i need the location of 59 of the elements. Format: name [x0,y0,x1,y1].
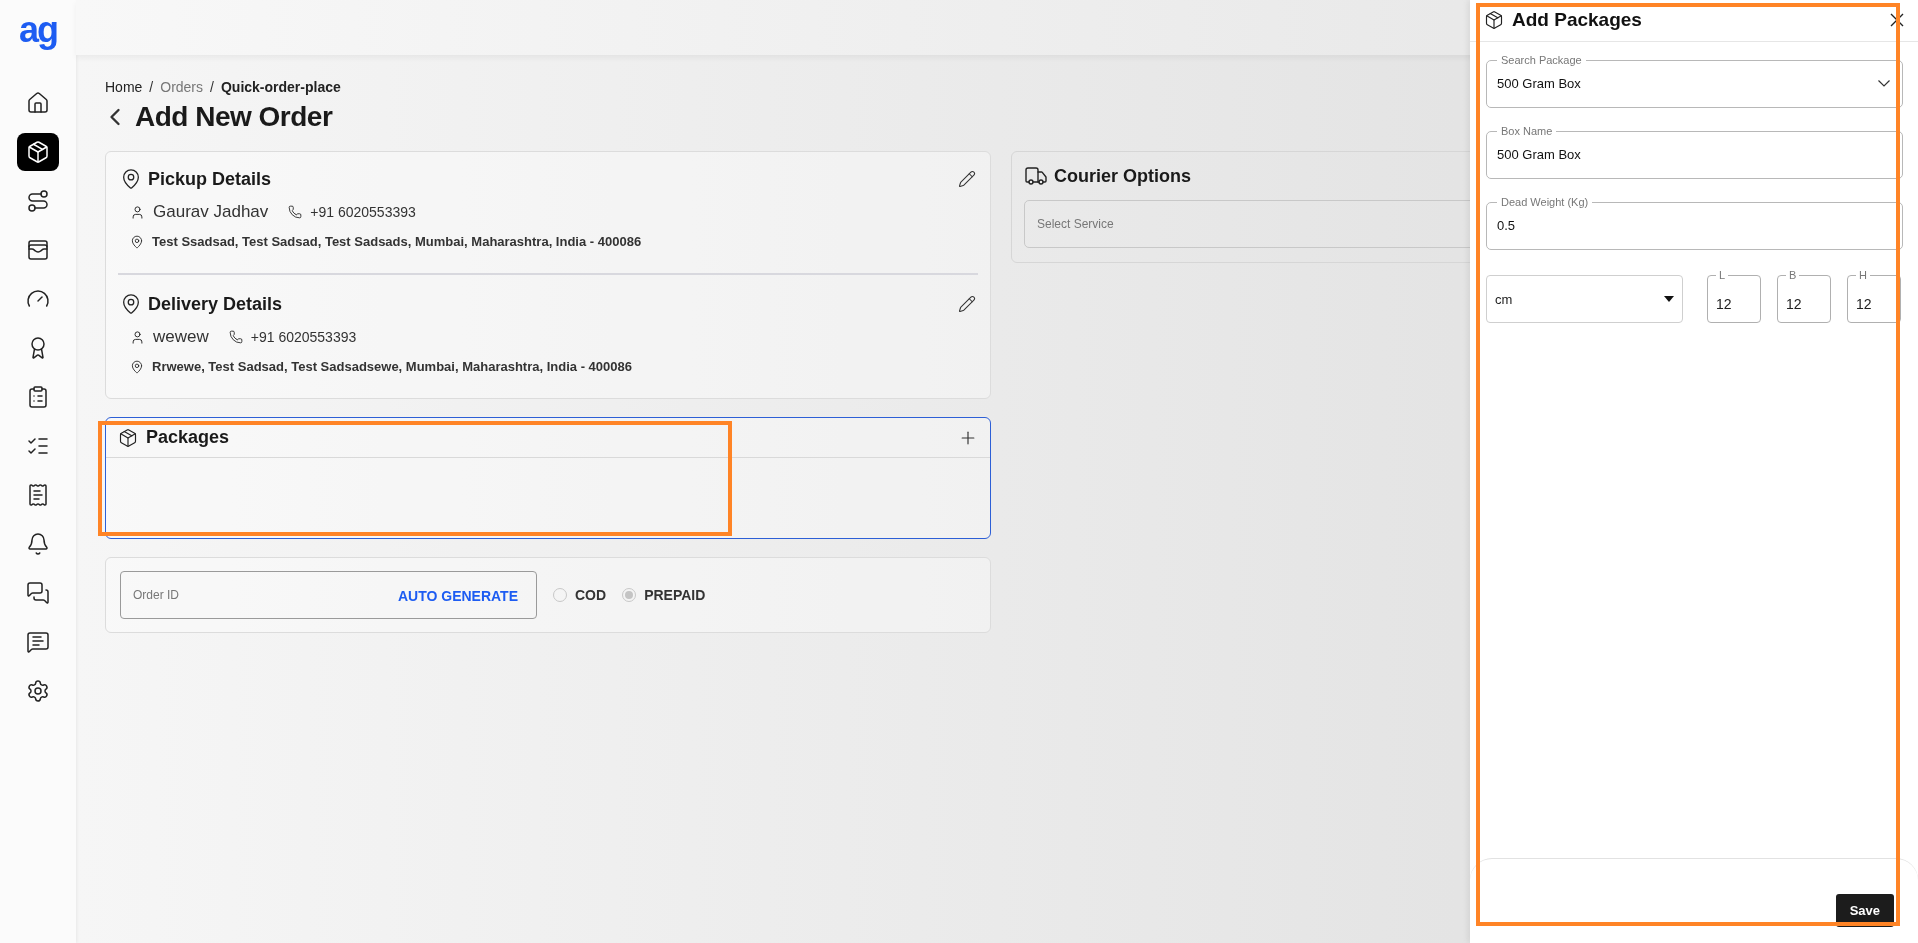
location-pin-icon [130,359,144,374]
pencil-icon [958,295,976,313]
user-icon [130,204,145,220]
pencil-icon [958,170,976,188]
wallet-icon [26,238,50,262]
auto-generate-button[interactable]: AUTO GENERATE [397,588,518,604]
payment-radio[interactable]: PREPAID [622,587,706,603]
edit-button[interactable] [958,295,976,313]
phone-icon [228,330,243,344]
clipboard-icon [26,385,50,409]
bell-icon [26,532,50,556]
section-title: Delivery Details [148,293,284,315]
section-title: Packages [146,427,231,448]
help-chat-icon [26,630,50,654]
order-id-field[interactable]: Order ID AUTO GENERATE [120,571,537,619]
settings-icon [26,679,50,703]
contact-name: Gaurav Jadhav [153,202,269,222]
breadcrumb-link[interactable]: Home [105,79,143,95]
location-pin-icon [120,168,142,190]
breadcrumb-link[interactable]: Quick-order-place [220,79,341,95]
box-icon [118,427,138,448]
payment-radio[interactable]: COD [553,587,607,603]
dimension-field[interactable]: L 12 [1707,269,1761,323]
truck-icon [1024,164,1048,188]
location-pin-icon [120,293,142,315]
address-text: Rrwewe, Test Sadsad, Test Sadsadsewe, Mumbai, Maharashtra, India - 400086 [152,359,632,374]
phone-number: +91 6020553393 [250,329,357,345]
breadcrumb-link[interactable]: Orders [160,79,204,95]
phone-number: +91 6020553393 [310,204,416,220]
logo: ag [19,12,57,48]
section-title: Pickup Details [148,168,273,190]
box-icon [1484,10,1504,30]
home-icon [26,91,50,115]
box-icon [26,140,50,164]
input-field[interactable]: Dead Weight (Kg) 0.5 [1486,196,1903,250]
chat-icon [26,581,50,605]
chevron-down-icon [1878,80,1890,87]
package-select[interactable]: Search Package 500 Gram Box [1486,54,1903,108]
receipt-icon [26,483,50,507]
drawer-title: Add Packages [1512,9,1643,31]
close-icon [1890,13,1904,27]
section-title: Courier Options [1054,165,1192,187]
caret-icon [1664,296,1674,302]
route-icon [26,189,50,213]
page-title: Add New Order [135,101,333,133]
phone-icon [288,205,303,219]
sidebar-item[interactable] [17,133,59,171]
breadcrumb-separator: / [210,79,214,95]
edit-button[interactable] [958,170,976,188]
dimension-field[interactable]: B 12 [1777,269,1831,323]
breadcrumb-separator: / [149,79,154,95]
input-field[interactable]: Box Name 500 Gram Box [1486,125,1903,179]
dimension-field[interactable]: H 12 [1847,269,1901,323]
close-button[interactable] [1890,13,1904,27]
unit-select[interactable]: cm [1486,275,1683,323]
address-text: Test Ssadsad, Test Sadsad, Test Sadsads, Mumbai, Maharashtra, India - 400086 [152,234,642,249]
location-pin-icon [130,234,144,249]
user-icon [130,329,145,345]
contact-name: wewew [153,327,209,347]
